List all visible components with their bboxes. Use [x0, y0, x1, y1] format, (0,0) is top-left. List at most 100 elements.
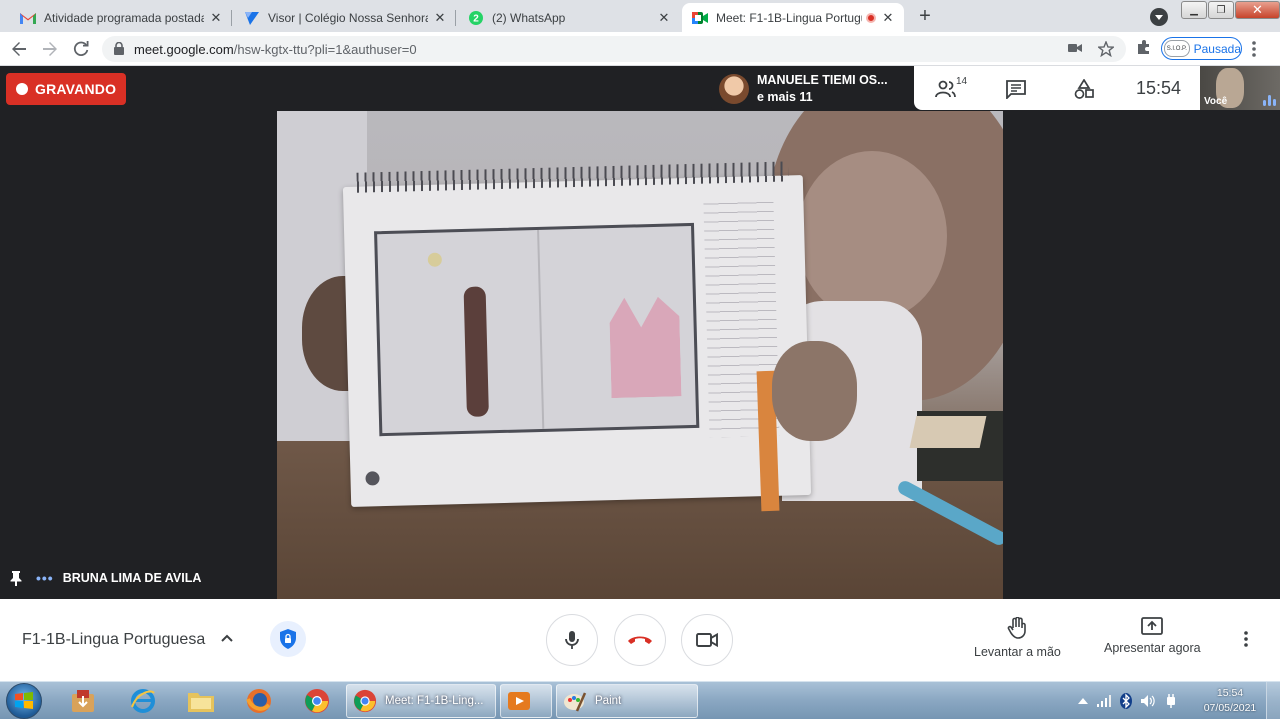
arrow-left-icon: [12, 42, 26, 56]
chevron-down-icon: [1155, 14, 1163, 20]
address-bar[interactable]: meet.google.com/hsw-kgtx-ttu?pli=1&authu…: [102, 36, 1126, 62]
forward-button[interactable]: [39, 38, 61, 60]
show-desktop-button[interactable]: [1266, 682, 1280, 719]
chrome-icon: [353, 689, 377, 713]
participant-count: 14: [956, 76, 968, 87]
people-icon: [935, 80, 956, 98]
maximize-button[interactable]: ❐: [1208, 1, 1234, 19]
task-label: Paint: [595, 695, 622, 707]
close-icon[interactable]: ✕: [208, 10, 224, 26]
camera-icon[interactable]: [1068, 42, 1082, 54]
tab-gmail[interactable]: Atividade programada postada: “ ✕: [10, 3, 232, 32]
start-button[interactable]: [6, 683, 42, 719]
bluetooth-icon[interactable]: [1120, 693, 1132, 709]
network-signal-icon[interactable]: [1096, 694, 1112, 708]
presenter-chip[interactable]: MANUELE TIEMI OS... e mais 11: [711, 68, 913, 110]
url-text: meet.google.com/hsw-kgtx-ttu?pli=1&authu…: [134, 42, 417, 57]
taskbar-app-ie[interactable]: [120, 684, 166, 718]
more-vert-icon[interactable]: [1252, 41, 1256, 57]
internet-explorer-icon: [131, 689, 155, 713]
tab-title: Atividade programada postada: “: [44, 10, 204, 25]
chevron-up-icon[interactable]: [220, 631, 234, 645]
recording-label: GRAVANDO: [35, 81, 117, 97]
gmail-icon: [20, 10, 36, 26]
reload-icon: [73, 41, 89, 56]
back-button[interactable]: [8, 38, 30, 60]
tab-whatsapp[interactable]: 2 (2) WhatsApp ✕: [458, 3, 680, 32]
bookmark-star-icon[interactable]: [1098, 41, 1114, 57]
close-window-button[interactable]: ✕: [1235, 1, 1280, 19]
visor-icon: [244, 10, 260, 26]
window-controls: ▁ ❐ ✕: [1181, 1, 1280, 19]
taskbar-task-paint[interactable]: Paint: [556, 684, 698, 718]
new-tab-button[interactable]: +: [914, 6, 936, 28]
host-controls-button[interactable]: [270, 621, 306, 657]
hang-up-button[interactable]: [614, 614, 666, 666]
tab-visor[interactable]: Visor | Colégio Nossa Senhora Co ✕: [234, 3, 456, 32]
meet-stage: [0, 66, 1280, 599]
chat-button[interactable]: [1004, 77, 1028, 101]
meet-top-bar: 14 15:54: [914, 66, 1200, 110]
close-icon[interactable]: ✕: [880, 10, 896, 26]
profile-pausada-button[interactable]: S.I.O.P. Pausada: [1161, 37, 1242, 60]
speaker-name-label: ••• BRUNA LIMA DE AVILA: [10, 570, 201, 586]
self-label: Você: [1204, 96, 1228, 107]
present-screen-icon: [1141, 617, 1164, 635]
system-tray: [1078, 682, 1178, 719]
camera-button[interactable]: [681, 614, 733, 666]
power-plug-icon[interactable]: [1164, 693, 1178, 709]
microphone-button[interactable]: [546, 614, 598, 666]
raise-hand-label: Levantar a mão: [974, 645, 1061, 659]
profile-status: Pausada: [1193, 41, 1241, 56]
pin-icon[interactable]: [10, 570, 22, 586]
taskbar-app-install[interactable]: [60, 684, 106, 718]
taskbar-clock[interactable]: 15:54 07/05/2021: [1200, 686, 1260, 716]
chat-icon: [1006, 79, 1026, 99]
taskbar-task-meet[interactable]: Meet: F1-1B-Ling...: [346, 684, 496, 718]
browser-toolbar: meet.google.com/hsw-kgtx-ttu?pli=1&authu…: [0, 32, 1280, 66]
arrow-right-icon: [43, 42, 57, 56]
taskbar-time: 15:54: [1216, 687, 1244, 699]
shield-lock-icon: [280, 629, 296, 649]
hand-icon: [1008, 617, 1027, 639]
people-button[interactable]: [934, 77, 958, 101]
audio-level-icon: [1263, 95, 1276, 106]
windows-logo-icon: [15, 692, 33, 709]
meet-controls-bar: F1-1B-Lingua Portuguesa Levantar a mão A…: [0, 599, 1280, 681]
present-now-label: Apresentar agora: [1104, 641, 1201, 655]
self-video-tile[interactable]: Você: [1200, 66, 1280, 110]
taskbar-app-explorer[interactable]: [178, 684, 224, 718]
close-icon[interactable]: ✕: [432, 10, 448, 26]
taskbar-task-media[interactable]: [500, 684, 552, 718]
recording-dot-icon: [16, 83, 28, 95]
raise-hand-button[interactable]: Levantar a mão: [974, 617, 1061, 659]
presenter-others: e mais 11: [757, 90, 813, 104]
folder-icon: [188, 693, 214, 712]
tab-title: Visor | Colégio Nossa Senhora Co: [268, 10, 428, 25]
minimize-button[interactable]: ▁: [1181, 1, 1207, 19]
activities-button[interactable]: [1072, 77, 1096, 101]
recording-badge: GRAVANDO: [6, 73, 126, 105]
avatar: [719, 74, 749, 104]
paint-icon: [564, 692, 587, 712]
extensions-puzzle-icon[interactable]: [1136, 39, 1152, 55]
browser-tab-strip: Atividade programada postada: “ ✕ Visor …: [0, 0, 1280, 32]
firefox-icon: [246, 689, 271, 713]
svg-text:2: 2: [473, 13, 479, 24]
present-now-button[interactable]: Apresentar agora: [1104, 617, 1201, 655]
audio-dots-icon: •••: [36, 570, 54, 586]
tray-expand-icon[interactable]: [1078, 697, 1088, 705]
task-label: Meet: F1-1B-Ling...: [385, 695, 484, 707]
tab-meet[interactable]: Meet: F1-1B-Lingua Portugue ✕: [682, 3, 904, 32]
windows-taskbar: Meet: F1-1B-Ling... Paint 15:54 07/05/20…: [0, 681, 1280, 719]
taskbar-app-chrome-pinned[interactable]: [294, 684, 340, 718]
presenter-video[interactable]: [277, 111, 1003, 599]
reload-button[interactable]: [70, 38, 92, 60]
phone-hangup-icon: [628, 636, 652, 644]
more-vert-icon[interactable]: [1244, 631, 1248, 647]
volume-icon[interactable]: [1140, 694, 1156, 708]
tab-search-button[interactable]: [1150, 8, 1168, 26]
videocam-icon: [696, 632, 718, 648]
close-icon[interactable]: ✕: [656, 10, 672, 26]
taskbar-app-firefox[interactable]: [236, 684, 282, 718]
